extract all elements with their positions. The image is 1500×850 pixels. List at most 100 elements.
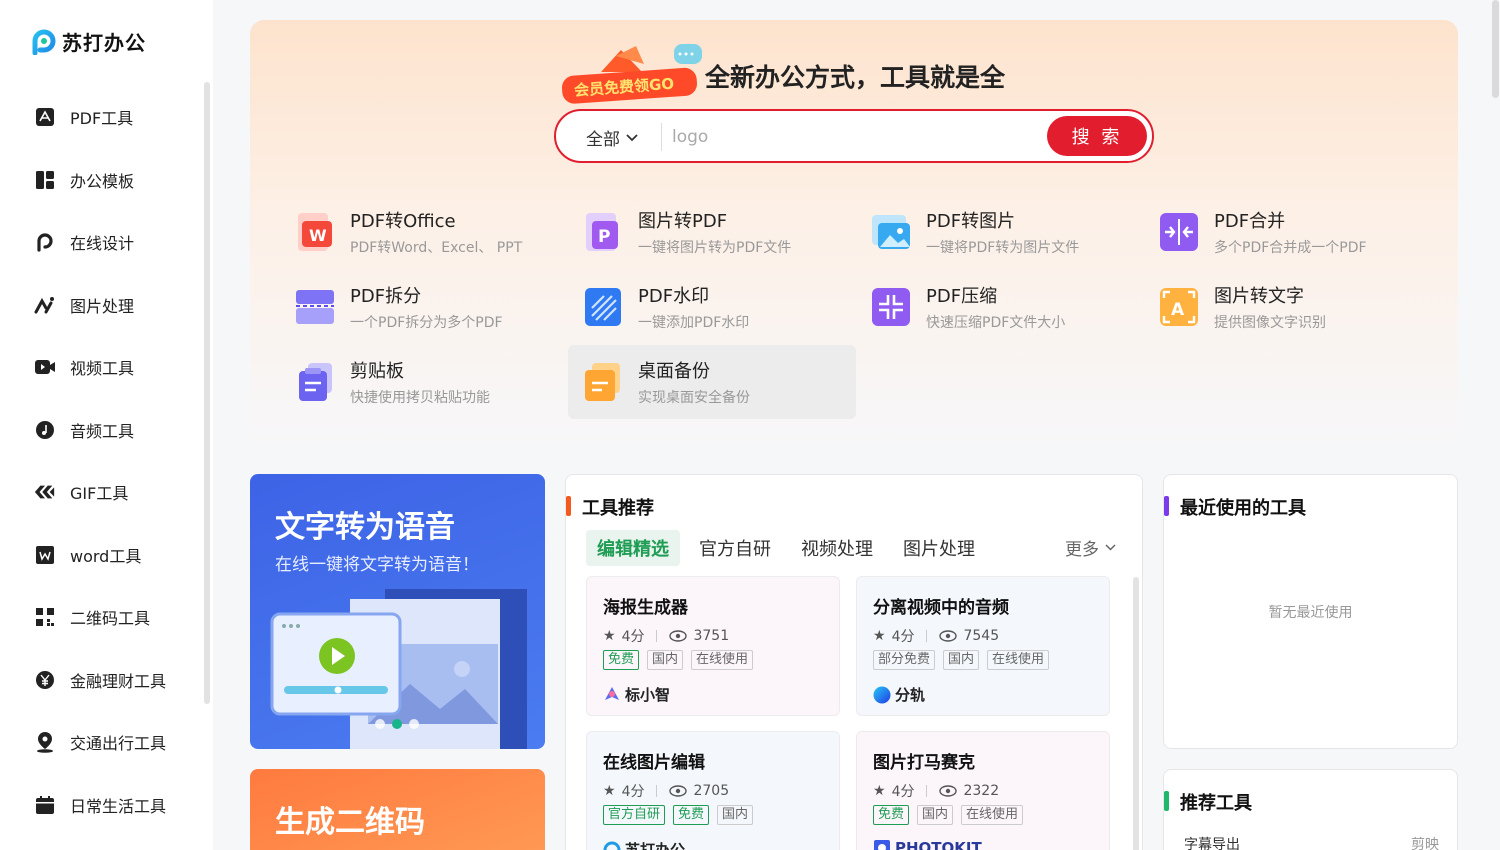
tool-name: 剪贴板 <box>350 361 404 382</box>
card-views: 2705 <box>693 783 730 799</box>
tool-desc: 多个PDF合并成一个PDF <box>1214 240 1367 256</box>
template-icon <box>34 169 56 191</box>
tab-video[interactable]: 视频处理 <box>790 530 884 566</box>
tool-image-to-text[interactable]: A 图片转文字 提供图像文字识别 <box>1144 270 1432 344</box>
recommend-card[interactable]: 海报生成器 ★ 4分 3751 免费 国内 在线使用 标小智 <box>586 576 840 716</box>
tool-pdf-split[interactable]: PDF拆分一个PDF拆分为多个PDF <box>280 270 568 344</box>
card-score: 4分 <box>621 784 645 800</box>
recommended-tools-panel: 推荐工具 字幕导出 剪映 <box>1163 769 1458 850</box>
pdf-to-word-icon: W <box>298 213 332 251</box>
sidebar-item-image[interactable]: 图片处理 <box>0 274 205 337</box>
recent-tools-panel: 最近使用的工具 暂无最近使用 <box>1163 474 1458 749</box>
tool-recommend-panel: 工具推荐 编辑精选 官方自研 视频处理 图片处理 更多 海报生成器 ★ 4分 3… <box>565 474 1143 850</box>
sidebar-item-word[interactable]: word工具 <box>0 524 205 587</box>
tab-editor-picks[interactable]: 编辑精选 <box>586 530 680 566</box>
page-scrollbar[interactable] <box>1492 0 1499 98</box>
tool-pdf-merge[interactable]: PDF合并多个PDF合并成一个PDF <box>1144 195 1432 269</box>
recommend-scrollbar[interactable] <box>1133 577 1139 850</box>
banner-text-to-speech[interactable]: 文字转为语音 在线一键将文字转为语音！ <box>250 474 545 749</box>
star-icon: ★ <box>873 783 886 799</box>
tag: 免费 <box>673 805 710 825</box>
tool-pdf-watermark[interactable]: PDF水印 一键添加PDF水印 <box>568 270 856 344</box>
tool-desc: PDF转Word、Excel、 PPT <box>350 240 523 256</box>
sidebar-item-audio[interactable]: 音频工具 <box>0 399 205 462</box>
tool-pdf-to-office[interactable]: W PDF转Office PDF转Word、Excel、 PPT <box>280 195 568 269</box>
card-title: 分离视频中的音频 <box>873 598 1009 618</box>
item-source: 剪映 <box>1411 837 1439 850</box>
clipboard-icon <box>299 363 332 401</box>
sidebar-item-life[interactable]: 日常生活工具 <box>0 774 205 837</box>
tool-desktop-backup[interactable]: 桌面备份 实现桌面安全备份 <box>568 345 856 419</box>
sidebar-scrollbar[interactable] <box>204 82 210 704</box>
tool-desc: 实现桌面安全备份 <box>638 390 750 406</box>
svg-text:A: A <box>1171 300 1185 320</box>
tool-desc: 一键添加PDF水印 <box>638 315 750 331</box>
sidebar-item-video[interactable]: 视频工具 <box>0 336 205 399</box>
eye-icon <box>669 630 688 642</box>
fengui-logo-icon <box>873 686 891 703</box>
tool-name: PDF压缩 <box>926 286 998 307</box>
tool-desc: 快捷使用拷贝粘贴功能 <box>350 390 490 406</box>
tool-name: PDF合并 <box>1214 211 1286 232</box>
tool-desc: 一个PDF拆分为多个PDF <box>350 315 503 331</box>
sidebar-item-design[interactable]: 在线设计 <box>0 211 205 274</box>
tool-image-to-pdf[interactable]: P 图片转PDF 一键将图片转为PDF文件 <box>568 195 856 269</box>
tool-clipboard[interactable]: 剪贴板快捷使用拷贝粘贴功能 <box>280 345 568 419</box>
more-dropdown[interactable]: 更多 <box>1065 535 1116 560</box>
tool-name: 图片转PDF <box>638 211 728 232</box>
sidebar-item-label: PDF工具 <box>70 109 134 129</box>
search-bar: 全部 搜 索 <box>554 109 1154 163</box>
sidebar-item-qrcode[interactable]: 二维码工具 <box>0 586 205 649</box>
search-button[interactable]: 搜 索 <box>1047 116 1147 156</box>
sidebar-item-finance[interactable]: 金融理财工具 <box>0 649 205 712</box>
tool-desc: 一键将图片转为PDF文件 <box>638 240 792 256</box>
hero-title: 全新办公方式，工具就是全 <box>705 63 1006 92</box>
sidebar-nav: PDF工具 办公模板 在线设计 图片处理 视频工具 音频工具 GIF工具 wor… <box>0 86 205 836</box>
search-scope-dropdown[interactable]: 全部 <box>586 125 638 150</box>
tab-image[interactable]: 图片处理 <box>892 530 986 566</box>
card-meta: ★ 4分 3751 <box>603 626 729 646</box>
sidebar-item-gif[interactable]: GIF工具 <box>0 461 205 524</box>
tab-official[interactable]: 官方自研 <box>688 530 782 566</box>
brand-name: 苏打办公 <box>62 31 146 55</box>
recommend-tabs: 编辑精选 官方自研 视频处理 图片处理 <box>586 530 994 566</box>
brand-logo[interactable]: 苏打办公 <box>32 27 146 56</box>
recommend-card[interactable]: 分离视频中的音频 ★ 4分 7545 部分免费 国内 在线使用 分轨 <box>856 576 1110 716</box>
card-brand: PHOTOKIT <box>873 839 982 850</box>
sidebar-item-template[interactable]: 办公模板 <box>0 149 205 212</box>
card-brand-name: PHOTOKIT <box>895 839 982 850</box>
card-views: 2322 <box>963 783 1000 799</box>
sidebar-item-label: 视频工具 <box>70 359 135 379</box>
pdf-icon <box>34 106 56 128</box>
card-score: 4分 <box>891 784 915 800</box>
image-to-pdf-icon: P <box>586 213 618 251</box>
banner-qrcode[interactable]: 生成二维码 <box>250 769 545 850</box>
card-views: 7545 <box>963 628 1000 644</box>
sidebar-item-transport[interactable]: 交通出行工具 <box>0 711 205 774</box>
sidebar-item-label: 二维码工具 <box>70 609 151 629</box>
svg-text:P: P <box>598 227 610 247</box>
search-input[interactable] <box>672 123 1032 151</box>
tag: 在线使用 <box>987 650 1050 670</box>
tool-pdf-compress[interactable]: PDF压缩 快速压缩PDF文件大小 <box>856 270 1144 344</box>
sidebar-item-pdf[interactable]: PDF工具 <box>0 86 205 149</box>
tag: 免费 <box>603 650 640 670</box>
card-meta: ★ 4分 2705 <box>603 781 729 801</box>
pdf-to-image-icon <box>872 215 910 249</box>
card-brand: 苏打办公 <box>603 839 685 850</box>
sidebar-item-label: 交通出行工具 <box>70 734 167 754</box>
card-title: 图片打马赛克 <box>873 753 975 773</box>
empty-state: 暂无最近使用 <box>1268 605 1353 621</box>
list-item[interactable]: 字幕导出 剪映 <box>1184 834 1439 850</box>
member-promo-badge[interactable]: 会员免费领GO <box>556 42 706 110</box>
tag: 国内 <box>717 805 754 825</box>
tool-name: PDF转Office <box>350 211 456 232</box>
life-icon <box>34 794 56 816</box>
recommend-card[interactable]: 图片打马赛克 ★ 4分 2322 免费 国内 在线使用 PHOTOKIT <box>856 731 1110 850</box>
card-brand-name: 标小智 <box>625 686 671 704</box>
star-icon: ★ <box>873 628 886 644</box>
card-brand-name: 苏打办公 <box>625 841 686 850</box>
tool-pdf-to-image[interactable]: PDF转图片 一键将PDF转为图片文件 <box>856 195 1144 269</box>
tool-name: PDF拆分 <box>350 286 422 307</box>
recommend-card[interactable]: 在线图片编辑 ★ 4分 2705 官方自研 免费 国内 苏打办公 <box>586 731 840 850</box>
